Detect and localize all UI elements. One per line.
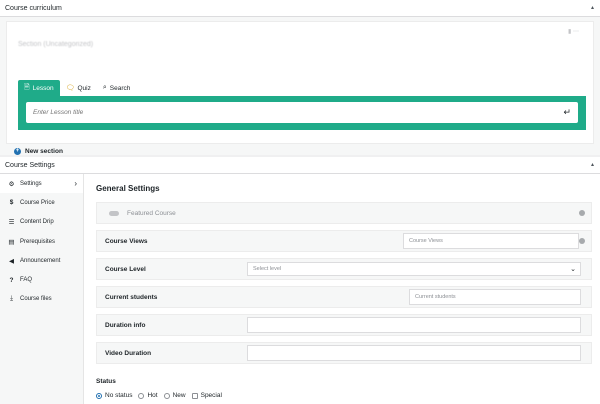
status-radio-no-status[interactable]: No status	[96, 392, 132, 399]
settings-main: General Settings Featured Course Course …	[84, 174, 600, 404]
sidebar-item-label: Course Price	[20, 199, 55, 206]
radio-icon	[138, 392, 145, 399]
video-duration-row: Video Duration	[96, 342, 592, 364]
curriculum-header-title: Course curriculum	[5, 4, 62, 12]
sidebar-item-label: Announcement	[20, 257, 61, 264]
course-level-label: Course Level	[105, 265, 146, 273]
settings-sidebar: ⚙ Settings › $ Course Price ☰ Content Dr…	[0, 174, 84, 404]
dollar-icon: $	[9, 199, 14, 207]
sidebar-item-content-drip[interactable]: ☰ Content Drip	[0, 213, 83, 232]
section-title[interactable]: Section (Uncategorized)	[18, 41, 93, 48]
item-type-tabs: 🗎 Lesson 🗨 Quiz ⌕ Search	[18, 80, 136, 96]
sidebar-item-label: FAQ	[20, 277, 33, 284]
tab-search-label: Search	[109, 84, 131, 92]
sidebar-item-course-price[interactable]: $ Course Price	[0, 193, 83, 212]
megaphone-icon: ◀	[9, 257, 14, 265]
question-icon: ?	[9, 276, 14, 284]
video-duration-label: Video Duration	[105, 349, 152, 357]
tab-search[interactable]: ⌕ Search	[97, 80, 137, 96]
tab-lesson-label: Lesson	[32, 84, 54, 92]
duration-info-label: Duration info	[105, 321, 146, 329]
sidebar-item-label: Prerequisites	[20, 238, 56, 245]
general-settings-title: General Settings	[96, 184, 160, 193]
status-radio-hot[interactable]: Hot	[138, 392, 158, 399]
settings-panel: ⚙ Settings › $ Course Price ☰ Content Dr…	[0, 174, 600, 404]
radio-checked-icon	[96, 392, 102, 399]
gear-icon: ⚙	[8, 180, 15, 188]
status-radio-group: No status Hot New Special	[96, 392, 592, 399]
sidebar-item-announcement[interactable]: ◀ Announcement	[0, 251, 83, 270]
status-block: Status No status Hot New Special	[96, 378, 592, 399]
sidebar-item-label: Content Drip	[20, 219, 54, 226]
lesson-input-wrapper: ↵	[26, 102, 578, 123]
duration-info-input[interactable]	[247, 317, 581, 333]
course-level-placeholder: Select level	[253, 266, 282, 272]
course-views-row: Course Views Course Views	[96, 230, 592, 252]
search-icon: ⌕	[102, 84, 107, 91]
curriculum-header[interactable]: Course curriculum ▴	[0, 0, 600, 17]
document-icon: 🗎	[24, 83, 30, 91]
help-icon[interactable]	[579, 238, 585, 244]
chat-icon: 🗨	[65, 85, 75, 92]
sidebar-item-course-files[interactable]: ⤓ Course files	[0, 290, 83, 309]
help-icon[interactable]	[579, 210, 585, 216]
chevron-right-icon: ›	[74, 179, 77, 189]
status-radio-new[interactable]: New	[163, 392, 186, 399]
tab-quiz-label: Quiz	[77, 84, 91, 92]
collapse-caret-icon[interactable]: ▴	[591, 161, 594, 168]
radio-icon	[191, 392, 198, 399]
status-option-label: New	[172, 392, 186, 399]
sidebar-item-prerequisites[interactable]: ▤ Prerequisites	[0, 232, 83, 251]
prerequisites-icon: ▤	[8, 238, 15, 246]
status-label: Status	[96, 378, 116, 385]
current-students-label: Current students	[105, 293, 158, 301]
tab-lesson[interactable]: 🗎 Lesson	[18, 80, 60, 96]
enter-icon[interactable]: ↵	[563, 107, 571, 118]
status-option-label: Special	[200, 392, 222, 399]
radio-icon	[163, 392, 170, 399]
featured-toggle[interactable]	[109, 210, 119, 216]
list-icon: ☰	[8, 219, 15, 227]
section-tools-icon[interactable]: ▮ ⋯	[568, 28, 579, 35]
curriculum-panel: ▮ ⋯ Section (Uncategorized) 🗎 Lesson 🗨 Q…	[0, 17, 600, 155]
collapse-caret-icon[interactable]: ▴	[591, 4, 594, 11]
featured-course-label: Featured Course	[127, 209, 176, 217]
tab-quiz[interactable]: 🗨 Quiz	[60, 80, 97, 96]
featured-course-row: Featured Course	[96, 202, 592, 224]
new-section-label: New section	[25, 148, 63, 155]
sidebar-item-label: Course files	[20, 296, 52, 303]
course-level-row: Course Level Select level ⌄	[96, 258, 592, 280]
status-option-label: Hot	[147, 392, 158, 399]
sidebar-item-settings[interactable]: ⚙ Settings ›	[0, 174, 83, 194]
sidebar-item-label: Settings	[20, 180, 42, 187]
course-views-input[interactable]: Course Views	[403, 233, 579, 249]
plus-icon: +	[14, 148, 21, 155]
sidebar-item-faq[interactable]: ? FAQ	[0, 270, 83, 289]
course-level-select[interactable]: Select level ⌄	[247, 262, 581, 276]
course-views-label: Course Views	[105, 237, 148, 245]
download-icon: ⤓	[10, 295, 13, 303]
new-section-button[interactable]: + New section	[14, 148, 63, 155]
status-radio-special[interactable]: Special	[191, 392, 222, 399]
settings-header-title: Course Settings	[5, 161, 55, 169]
current-students-input[interactable]: Current students	[409, 289, 581, 305]
current-students-row: Current students Current students	[96, 286, 592, 308]
lesson-input-bar: ↵	[18, 96, 586, 130]
duration-info-row: Duration info	[96, 314, 592, 336]
status-option-label: No status	[105, 392, 133, 399]
video-duration-input[interactable]	[247, 345, 581, 361]
settings-header[interactable]: Course Settings ▴	[0, 157, 600, 174]
chevron-down-icon: ⌄	[570, 266, 576, 273]
lesson-title-input[interactable]	[33, 109, 518, 116]
